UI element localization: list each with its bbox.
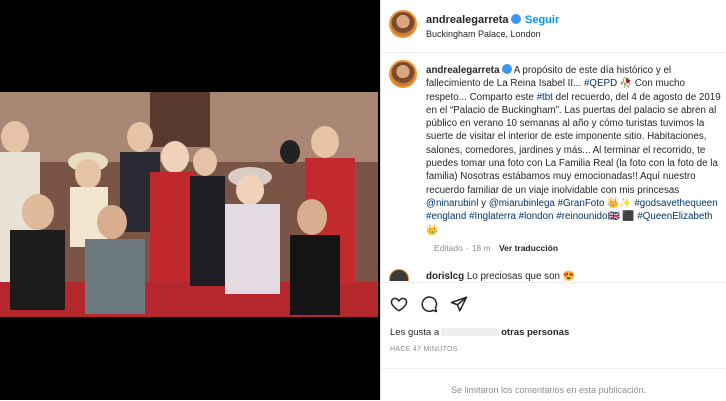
caption-part: 👑 xyxy=(426,224,439,236)
likes-prefix: Les gusta a xyxy=(390,327,440,338)
comments-closed-notice: Se limitaron los comentarios en esta pub… xyxy=(451,385,647,395)
post-header: andrealegarreta Seguir Buckingham Palace… xyxy=(381,0,726,53)
hashtag-link[interactable]: #england xyxy=(426,211,466,222)
hashtag-link[interactable]: #reinounido🇬🇧 xyxy=(556,211,619,222)
hashtag-link[interactable]: #tbt xyxy=(537,92,553,103)
follow-button[interactable]: Seguir xyxy=(525,14,559,26)
comments-closed-bar: Se limitaron los comentarios en esta pub… xyxy=(381,368,726,401)
hashtag-link[interactable]: #Inglaterra xyxy=(469,211,516,222)
action-bar xyxy=(381,282,726,323)
caption-meta: Editado · 18 m Ver traducción xyxy=(434,243,559,253)
verified-badge-icon xyxy=(501,64,512,74)
likes-others[interactable]: otras personas xyxy=(501,327,569,338)
verified-badge-icon xyxy=(510,14,521,24)
likes-summary[interactable]: Les gusta a otras personas xyxy=(390,327,569,338)
post-time: 18 m xyxy=(471,243,491,253)
edited-label: Editado xyxy=(434,243,463,253)
caption-part: 👑✨ xyxy=(607,197,632,209)
hashtag-link[interactable]: #QueenElizabeth xyxy=(637,211,712,222)
post-sidebar: andrealegarreta Seguir Buckingham Palace… xyxy=(381,0,726,400)
author-username-text[interactable]: andrealegarreta xyxy=(426,14,509,26)
media-pane xyxy=(0,0,380,400)
hashtag-link[interactable]: #godsavethequeen xyxy=(634,198,717,209)
location-link[interactable]: Buckingham Palace, London xyxy=(426,29,541,39)
caption-part: ⬛ xyxy=(622,211,635,223)
author-avatar[interactable] xyxy=(389,10,417,38)
caption-part: y xyxy=(481,197,487,209)
hashtag-link[interactable]: #QEPD xyxy=(584,78,617,89)
post-age: HACE 47 MINUTOS xyxy=(390,346,458,353)
comment-text: dorislcg Lo preciosas que son 😍 xyxy=(426,271,575,281)
caption-part: del recuerdo, del 4 de agosto de 2019 en… xyxy=(426,91,721,196)
caption-text: andrealegarreta A propósito de este día … xyxy=(426,64,726,237)
photo-illustration xyxy=(0,92,378,317)
mention-link[interactable]: @miarubinlega xyxy=(489,198,555,209)
comment-bubble-icon[interactable] xyxy=(420,295,438,313)
liker-redacted xyxy=(441,328,500,336)
like-heart-icon[interactable] xyxy=(390,295,408,313)
comment-row: dorislcg Lo preciosas que son 😍 xyxy=(389,269,723,281)
post-photo[interactable] xyxy=(0,92,378,317)
share-send-icon[interactable] xyxy=(450,295,468,313)
hashtag-link[interactable]: #london xyxy=(519,211,554,222)
hashtag-link[interactable]: #GranFoto xyxy=(558,198,605,209)
author-username[interactable]: andrealegarreta xyxy=(426,14,521,26)
caption-username[interactable]: andrealegarreta xyxy=(426,65,500,76)
translate-button[interactable]: Ver traducción xyxy=(499,243,558,253)
commenter-avatar[interactable] xyxy=(389,269,409,281)
caption-avatar[interactable] xyxy=(389,60,417,88)
mention-link[interactable]: @ninarubinl xyxy=(426,198,478,209)
comment-body: Lo preciosas que son 😍 xyxy=(466,271,575,281)
commenter-username[interactable]: dorislcg xyxy=(426,271,464,281)
